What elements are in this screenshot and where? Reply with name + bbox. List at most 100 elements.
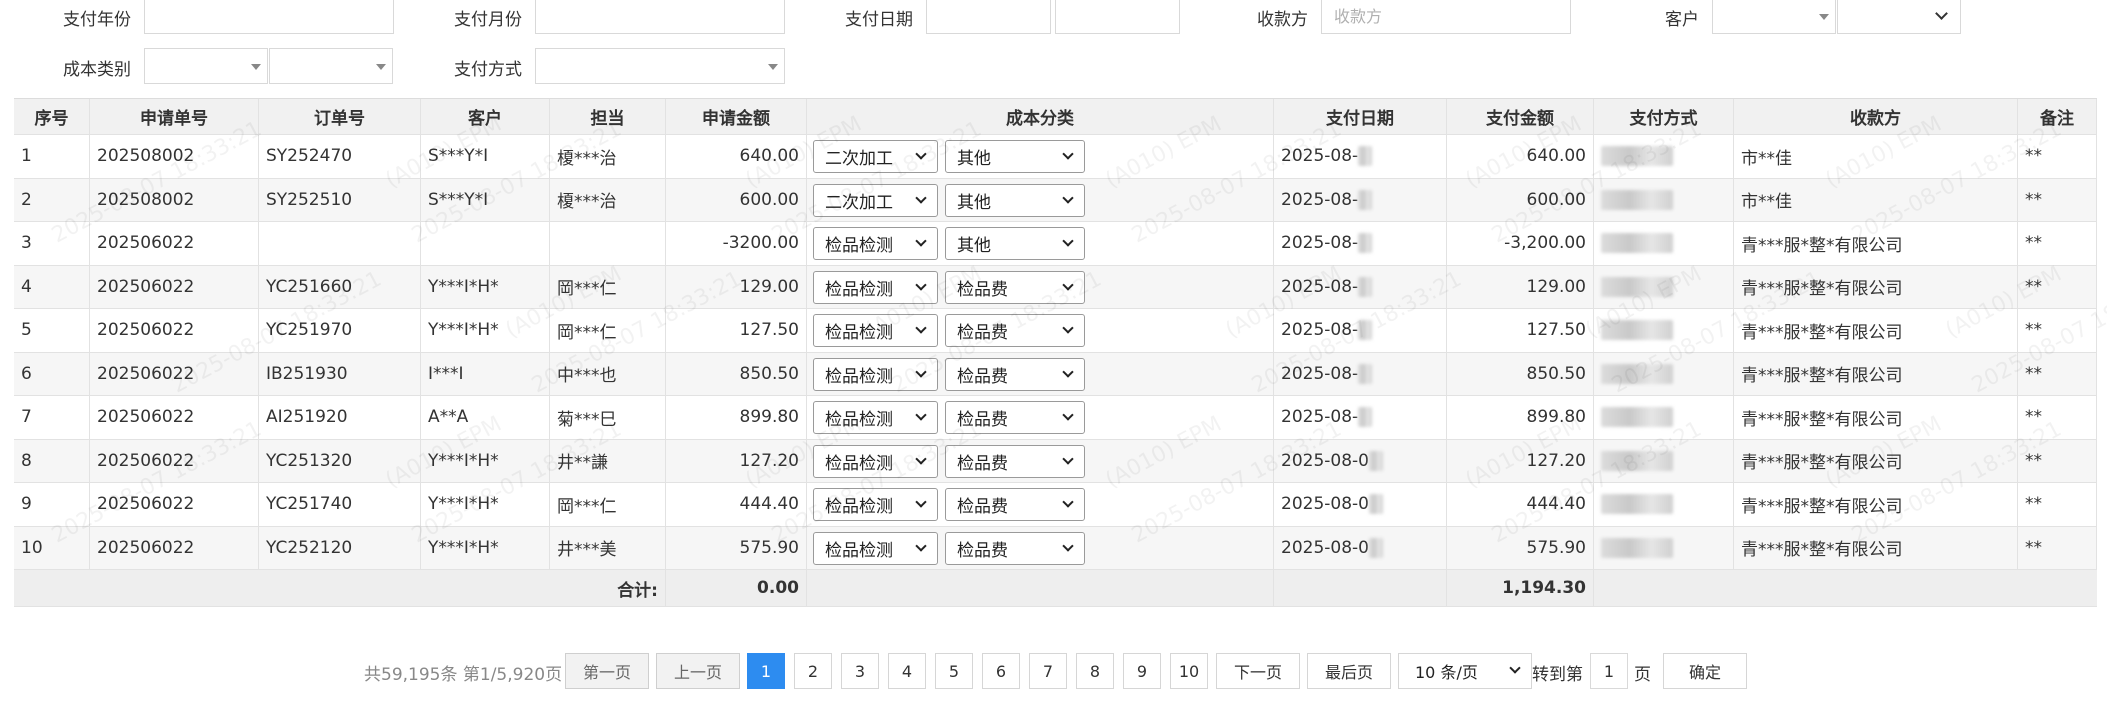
chevron-down-icon — [1062, 191, 1074, 204]
chevron-down-icon — [1062, 322, 1074, 334]
pay-date-cell: 2025-08- — [1274, 222, 1447, 265]
table-row: 9 202506022 YC251740 Y***I*H* 岡***仁 444.40 检品检… — [14, 483, 2097, 527]
cell-no: 5 — [14, 309, 90, 352]
redacted-blur — [1368, 537, 1383, 558]
chevron-down-icon — [915, 409, 927, 421]
cost-category-cell: 检品检测 检品费 — [807, 439, 1274, 482]
cost-subcategory-dropdown[interactable]: 其他 — [945, 140, 1085, 173]
cost-category-cell: 二次加工 其他 — [807, 135, 1274, 178]
redacted-blur — [1601, 450, 1673, 471]
page-button[interactable]: 2 — [794, 653, 832, 689]
header-cell: 申请金额 — [666, 99, 807, 134]
next-page-button[interactable]: 下一页 — [1216, 653, 1300, 689]
pay-date-value: 2025-08- — [1281, 276, 1359, 297]
cost-category-dropdown[interactable]: 检品检测 — [813, 531, 938, 565]
cost-category-cell: 检品检测 检品费 — [807, 309, 1274, 352]
cost-category-dropdown[interactable]: 二次加工 — [813, 183, 938, 217]
page-size-value: 10 条/页 — [1415, 663, 1478, 682]
page-button[interactable]: 4 — [888, 653, 926, 689]
header-cell: 备注 — [2018, 99, 2097, 134]
pay-method-cell — [1594, 526, 1734, 569]
cost-subcategory-dropdown[interactable]: 检品费 — [945, 401, 1085, 434]
cell-payee: 市**佳 — [1734, 135, 2018, 178]
confirm-goto-button[interactable]: 确定 — [1663, 653, 1747, 689]
cell-owner: 岡***仁 — [550, 265, 666, 308]
pay-month-input[interactable] — [535, 0, 785, 34]
cell-order-no: YC251660 — [259, 265, 421, 308]
cell-customer: S***Y*I — [421, 178, 550, 221]
cost-subcategory-select[interactable] — [269, 48, 393, 84]
pay-date-label: 支付日期 — [845, 10, 913, 30]
cost-category-dropdown[interactable]: 检品检测 — [813, 270, 938, 304]
payee-label: 收款方 — [1257, 10, 1308, 30]
cost-category-dropdown[interactable]: 检品检测 — [813, 227, 938, 260]
page-button[interactable]: 8 — [1076, 653, 1114, 689]
page-button[interactable]: 10 — [1170, 653, 1208, 689]
total-row: 合计: 0.00 1,194.30 — [14, 570, 2097, 607]
first-page-button[interactable]: 第一页 — [565, 653, 649, 689]
page-button[interactable]: 9 — [1123, 653, 1161, 689]
cost-category-dropdown[interactable]: 二次加工 — [813, 140, 938, 173]
pay-method-cell — [1594, 483, 1734, 526]
pay-method-cell — [1594, 352, 1734, 395]
chevron-down-icon — [1062, 235, 1074, 247]
cost-subcategory-dropdown[interactable]: 检品费 — [945, 531, 1085, 565]
pay-date-cell: 2025-08- — [1274, 352, 1447, 395]
cost-category-cell: 二次加工 其他 — [807, 178, 1274, 221]
cost-category-dropdown[interactable]: 检品检测 — [813, 357, 938, 391]
pay-date-cell: 2025-08- — [1274, 309, 1447, 352]
header-cell: 成本分类 — [807, 99, 1274, 134]
cost-category-dropdown[interactable]: 检品检测 — [813, 314, 938, 347]
cell-app-no: 202508002 — [90, 135, 259, 178]
pay-date-cell: 2025-08- — [1274, 178, 1447, 221]
pager-summary: 共59,195条 第1/5,920页 — [364, 665, 563, 685]
cost-category-dropdown[interactable]: 检品检测 — [813, 488, 938, 521]
cost-subcategory-dropdown[interactable]: 检品费 — [945, 357, 1085, 391]
cost-category-dropdown[interactable]: 检品检测 — [813, 401, 938, 434]
cost-subcategory-dropdown[interactable]: 检品费 — [945, 270, 1085, 304]
cell-customer: I***I — [421, 352, 550, 395]
pay-method-select[interactable] — [535, 48, 785, 84]
cost-category-dropdown[interactable]: 检品检测 — [813, 444, 938, 478]
customer-select[interactable] — [1712, 0, 1836, 34]
pay-year-input[interactable] — [144, 0, 394, 34]
cost-category-value: 检品检测 — [825, 453, 893, 474]
cell-app-no: 202506022 — [90, 526, 259, 569]
cost-subcategory-value: 检品费 — [957, 540, 1008, 561]
cost-category-cell: 检品检测 检品费 — [807, 483, 1274, 526]
cost-subcategory-dropdown[interactable]: 其他 — [945, 183, 1085, 217]
last-page-button[interactable]: 最后页 — [1307, 653, 1391, 689]
redacted-blur — [1601, 276, 1673, 297]
cost-subcategory-dropdown[interactable]: 检品费 — [945, 314, 1085, 347]
page-button[interactable]: 6 — [982, 653, 1020, 689]
goto-page-input[interactable] — [1590, 653, 1628, 689]
header-cell: 支付方式 — [1594, 99, 1734, 134]
page-button[interactable]: 3 — [841, 653, 879, 689]
customer-sub-select[interactable] — [1837, 0, 1961, 34]
cost-subcategory-dropdown[interactable]: 其他 — [945, 227, 1085, 260]
table-row: 1 202508002 SY252470 S***Y*I 榎***治 640.00 二次加工… — [14, 135, 2097, 179]
pay-date-value: 2025-08- — [1281, 189, 1359, 210]
cell-app-no: 202506022 — [90, 265, 259, 308]
payee-input[interactable] — [1321, 0, 1571, 34]
pay-date-end-input[interactable] — [1055, 0, 1180, 34]
cell-remark: ** — [2018, 265, 2097, 308]
page-button[interactable]: 7 — [1029, 653, 1067, 689]
cell-no: 4 — [14, 265, 90, 308]
header-cell: 支付金额 — [1447, 99, 1594, 134]
page-size-select[interactable]: 10 条/页 — [1398, 653, 1532, 689]
cost-category-select[interactable] — [144, 48, 268, 84]
cell-payee: 青***服*整*有限公司 — [1734, 352, 2018, 395]
page-button[interactable]: 5 — [935, 653, 973, 689]
cost-subcategory-dropdown[interactable]: 检品费 — [945, 488, 1085, 521]
cell-payee: 青***服*整*有限公司 — [1734, 526, 2018, 569]
redacted-blur — [1358, 320, 1373, 341]
prev-page-button[interactable]: 上一页 — [656, 653, 740, 689]
cost-subcategory-dropdown[interactable]: 检品费 — [945, 444, 1085, 478]
pay-date-start-input[interactable] — [926, 0, 1051, 34]
page-button[interactable]: 1 — [747, 653, 785, 689]
cost-subcategory-value: 检品费 — [957, 366, 1008, 387]
pay-date-value: 2025-08- — [1281, 233, 1359, 254]
cell-payee: 青***服*整*有限公司 — [1734, 396, 2018, 439]
cell-app-no: 202506022 — [90, 439, 259, 482]
